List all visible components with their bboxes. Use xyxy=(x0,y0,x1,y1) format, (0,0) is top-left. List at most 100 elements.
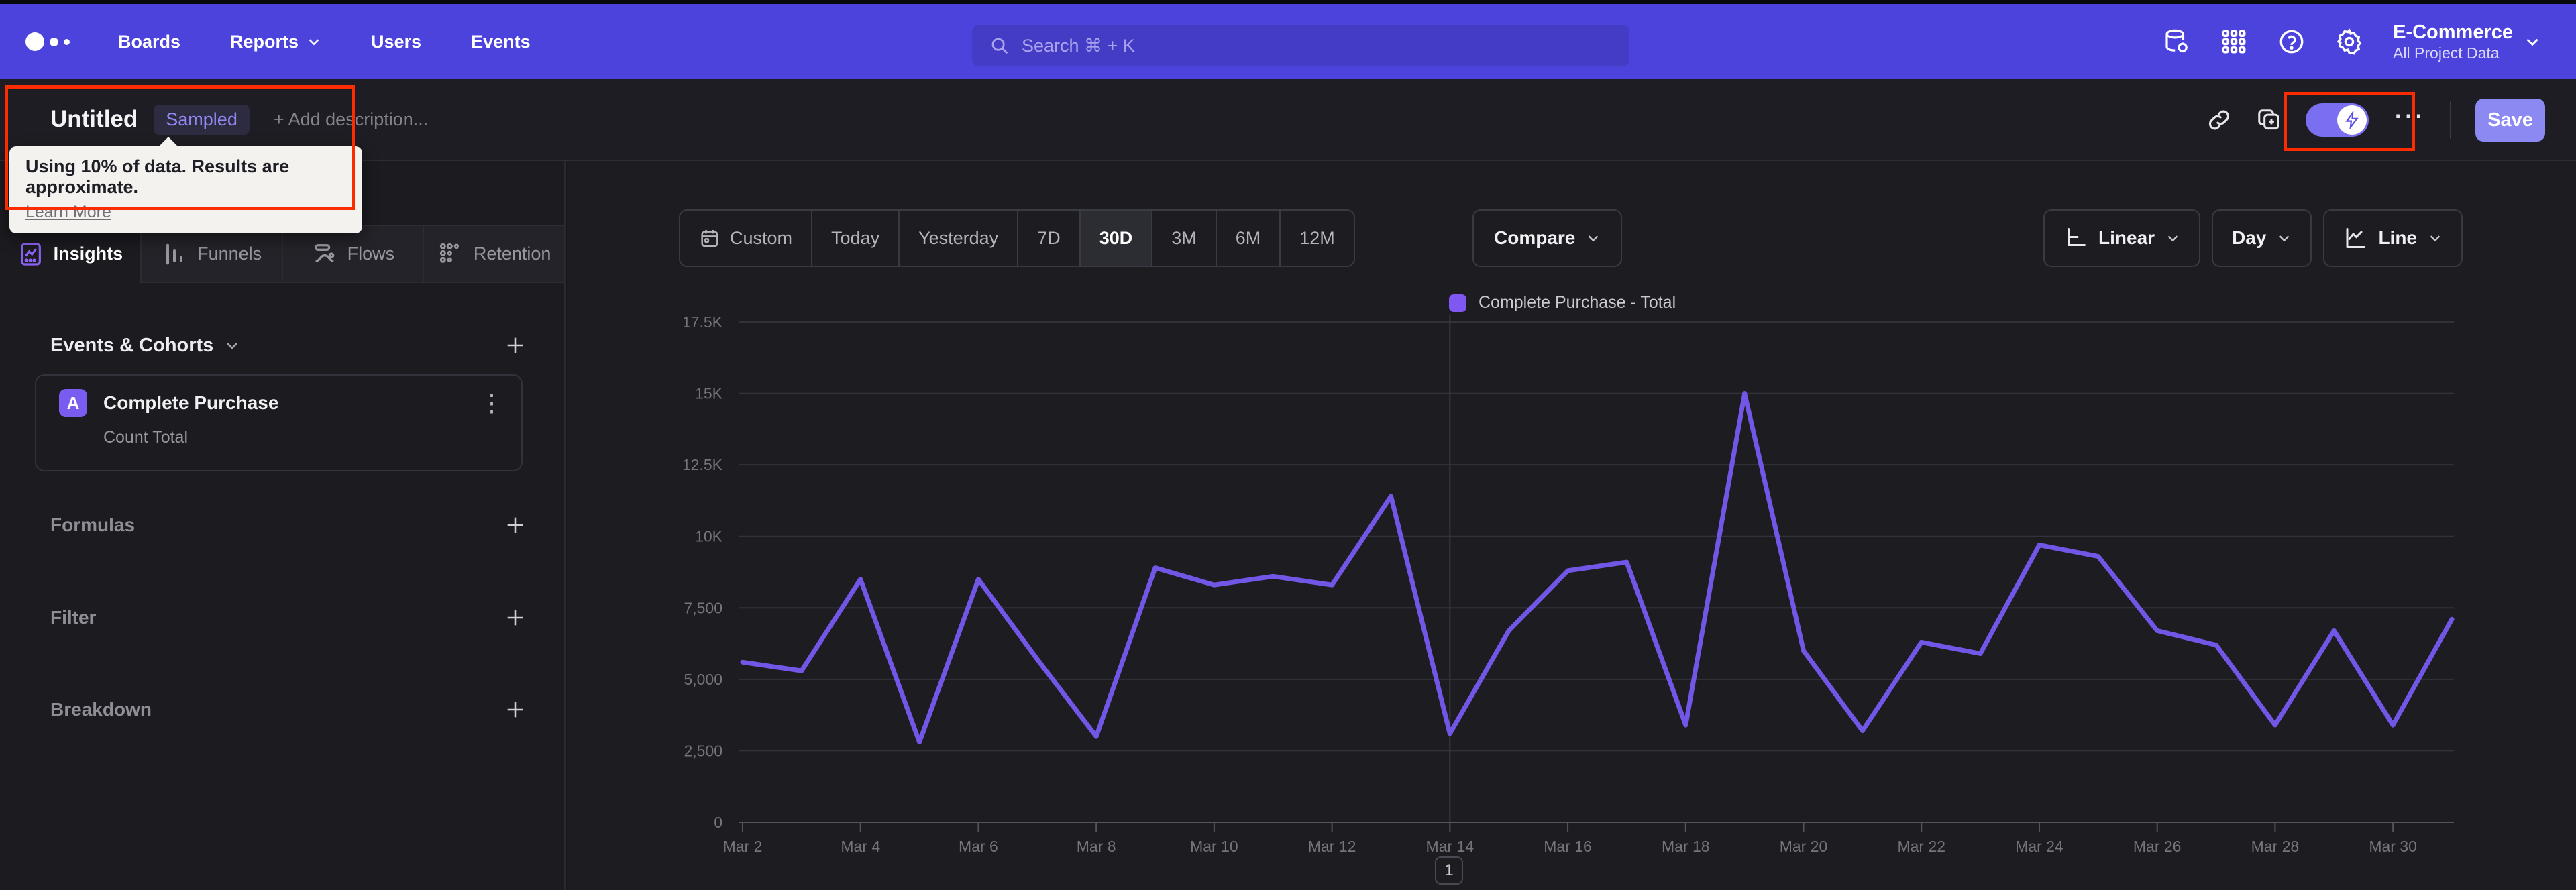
sampling-toggle[interactable] xyxy=(2306,103,2369,137)
svg-text:Mar 12: Mar 12 xyxy=(1308,838,1356,855)
search-placeholder: Search ⌘ + K xyxy=(1022,35,1135,56)
range-button-3m[interactable]: 3M xyxy=(1152,211,1217,266)
sampled-badge[interactable]: Sampled xyxy=(154,104,250,135)
chart-type-dropdown[interactable]: Line xyxy=(2323,209,2463,267)
line-chart-area[interactable]: 0 2,500 5,000 7,500 10K 12.5K 15K 17.5K Mar 2 Mar… xyxy=(684,309,2522,865)
add-filter-button[interactable] xyxy=(504,606,527,629)
linear-scale-icon xyxy=(2063,226,2088,250)
range-button-30d[interactable]: 30D xyxy=(1080,211,1153,266)
nav-item-boards[interactable]: Boards xyxy=(118,32,180,52)
nav-item-events[interactable]: Events xyxy=(471,32,531,52)
range-label: 7D xyxy=(1037,227,1061,248)
svg-text:Mar 24: Mar 24 xyxy=(2015,838,2063,855)
tab-retention[interactable]: Retention xyxy=(424,225,564,283)
chevron-down-icon[interactable] xyxy=(224,337,240,353)
toggle-knob xyxy=(2337,105,2367,135)
compare-button[interactable]: Compare xyxy=(1472,209,1623,267)
date-range-selector: Custom Today Yesterday 7D 30D 3M 6M 12M xyxy=(679,209,1355,267)
logo-dot-small xyxy=(64,38,70,45)
chevron-down-icon xyxy=(1586,231,1601,245)
chart-panel: Custom Today Yesterday 7D 30D 3M 6M 12M Compare… xyxy=(567,161,2576,890)
top-navigation-bar: Boards Reports Users Events Search ⌘ + K xyxy=(0,4,2576,79)
report-title[interactable]: Untitled xyxy=(50,106,138,133)
interval-dropdown[interactable]: Day xyxy=(2212,209,2312,267)
svg-text:7,500: 7,500 xyxy=(684,599,722,616)
apps-grid-icon[interactable] xyxy=(2220,27,2248,56)
range-label: 30D xyxy=(1099,227,1133,248)
primary-nav: Boards Reports Users Events xyxy=(118,32,531,52)
add-breakdown-button[interactable] xyxy=(504,698,527,721)
learn-more-link[interactable]: Learn More xyxy=(25,203,111,222)
mixpanel-logo[interactable] xyxy=(25,32,70,51)
tab-insights[interactable]: Insights xyxy=(0,225,142,283)
pagination-page-1[interactable]: 1 xyxy=(1435,856,1463,885)
range-label: Custom xyxy=(730,227,793,248)
logo-dot-medium xyxy=(50,37,58,46)
svg-text:Mar 14: Mar 14 xyxy=(1426,838,1474,855)
kebab-menu-icon[interactable]: ⋮ xyxy=(480,391,504,414)
filter-section: Filter xyxy=(50,606,527,629)
tab-label: Flows xyxy=(347,243,395,264)
compare-label: Compare xyxy=(1494,227,1576,248)
tab-flows[interactable]: Flows xyxy=(282,225,425,283)
nav-item-label: Users xyxy=(371,31,422,52)
nav-item-reports[interactable]: Reports xyxy=(230,32,321,52)
chevron-down-icon xyxy=(2524,33,2541,50)
svg-text:Mar 20: Mar 20 xyxy=(1780,838,1828,855)
search-input[interactable]: Search ⌘ + K xyxy=(972,25,1629,66)
add-description-field[interactable]: + Add description... xyxy=(274,109,428,130)
range-button-yesterday[interactable]: Yesterday xyxy=(900,211,1019,266)
svg-text:Mar 18: Mar 18 xyxy=(1662,838,1710,855)
svg-text:Mar 28: Mar 28 xyxy=(2251,838,2300,855)
tab-funnels[interactable]: Funnels xyxy=(141,225,283,283)
scale-dropdown[interactable]: Linear xyxy=(2043,209,2201,267)
range-button-6m[interactable]: 6M xyxy=(1217,211,1281,266)
event-card[interactable]: A Complete Purchase ⋮ Count Total xyxy=(35,374,523,471)
svg-text:10K: 10K xyxy=(695,528,723,545)
svg-text:0: 0 xyxy=(714,814,722,831)
help-icon[interactable] xyxy=(2277,27,2306,56)
event-letter-badge: A xyxy=(59,389,87,417)
save-button[interactable]: Save xyxy=(2475,99,2545,142)
settings-gear-icon[interactable] xyxy=(2335,27,2363,56)
event-metric[interactable]: Count Total xyxy=(103,428,521,447)
range-button-12m[interactable]: 12M xyxy=(1281,211,1354,266)
line-chart-icon xyxy=(2343,226,2367,250)
event-name[interactable]: Complete Purchase xyxy=(103,392,278,414)
nav-item-users[interactable]: Users xyxy=(371,32,421,52)
report-type-tabs: Insights Funnels Flows Retention xyxy=(0,225,564,283)
svg-text:Mar 2: Mar 2 xyxy=(723,838,763,855)
funnels-icon xyxy=(161,241,188,268)
range-button-7d[interactable]: 7D xyxy=(1018,211,1081,266)
line-chart-svg[interactable]: 0 2,500 5,000 7,500 10K 12.5K 15K 17.5K Mar 2 Mar… xyxy=(684,309,2522,865)
interval-label: Day xyxy=(2232,227,2267,248)
calendar-icon xyxy=(699,227,720,249)
svg-text:Mar 22: Mar 22 xyxy=(1897,838,1945,855)
add-formula-button[interactable] xyxy=(504,514,527,537)
svg-text:Mar 30: Mar 30 xyxy=(2369,838,2417,855)
retention-icon xyxy=(437,241,464,268)
copy-link-icon[interactable] xyxy=(2206,107,2232,133)
range-button-custom[interactable]: Custom xyxy=(680,211,813,266)
svg-text:2,500: 2,500 xyxy=(684,742,722,759)
svg-text:Mar 4: Mar 4 xyxy=(841,838,880,855)
logo-dot-large xyxy=(25,32,44,51)
svg-text:12.5K: 12.5K xyxy=(684,456,723,474)
range-label: 3M xyxy=(1171,227,1197,248)
nav-right-cluster: E-Commerce All Project Data xyxy=(2162,4,2541,79)
svg-text:Mar 8: Mar 8 xyxy=(1077,838,1116,855)
events-cohorts-label[interactable]: Events & Cohorts xyxy=(50,335,213,357)
tooltip-text: Using 10% of data. Results are approxima… xyxy=(25,156,290,197)
add-event-button[interactable] xyxy=(504,334,527,357)
breakdown-section: Breakdown xyxy=(50,698,527,721)
svg-text:Mar 10: Mar 10 xyxy=(1190,838,1238,855)
project-switcher[interactable]: E-Commerce All Project Data xyxy=(2393,21,2541,62)
data-management-icon[interactable] xyxy=(2162,27,2190,56)
project-scope: All Project Data xyxy=(2393,44,2500,62)
svg-text:15K: 15K xyxy=(695,385,723,402)
more-horizontal-icon[interactable]: ⋯ xyxy=(2393,100,2426,131)
range-button-today[interactable]: Today xyxy=(812,211,900,266)
chart-display-controls: Linear Day Line xyxy=(2043,209,2463,267)
copy-add-icon[interactable] xyxy=(2256,107,2282,133)
svg-text:Mar 26: Mar 26 xyxy=(2133,838,2182,855)
